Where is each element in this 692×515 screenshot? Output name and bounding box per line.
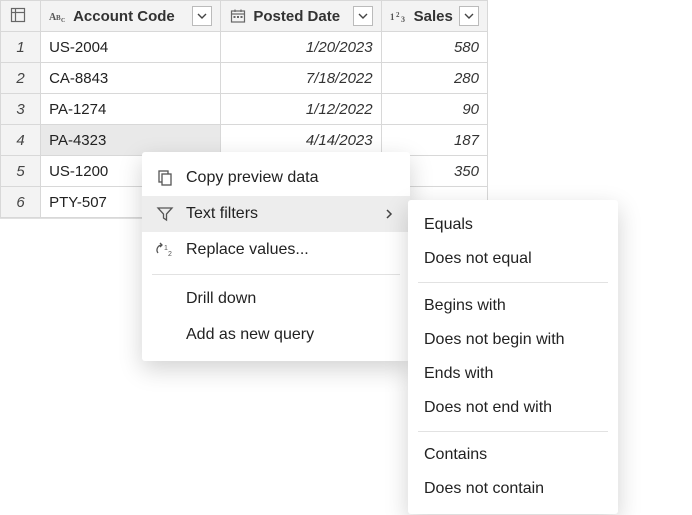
chevron-down-icon: [358, 11, 368, 21]
column-label: Posted Date: [253, 8, 346, 25]
table-row[interactable]: 1 US-2004 1/20/2023 580: [1, 32, 488, 63]
row-number: 3: [1, 94, 41, 125]
svg-text:3: 3: [401, 15, 405, 23]
date-type-icon: [229, 7, 247, 25]
number-type-icon: 123: [390, 7, 408, 25]
menu-label: Add as new query: [186, 326, 396, 344]
filter-does-not-contain[interactable]: Does not contain: [408, 472, 618, 506]
table-row[interactable]: 3 PA-1274 1/12/2022 90: [1, 94, 488, 125]
column-filter-button[interactable]: [192, 6, 212, 26]
column-header-account[interactable]: ABC Account Code: [41, 1, 221, 32]
menu-label: Contains: [424, 446, 602, 464]
column-header-sales[interactable]: 123 Sales: [381, 1, 487, 32]
menu-label: Text filters: [186, 205, 372, 223]
filter-contains[interactable]: Contains: [408, 438, 618, 472]
copy-icon: [154, 167, 176, 189]
row-number-header[interactable]: [1, 1, 41, 32]
filter-equals[interactable]: Equals: [408, 208, 618, 242]
column-filter-button[interactable]: [459, 6, 479, 26]
cell-sales[interactable]: 580: [381, 32, 487, 63]
menu-label: Does not equal: [424, 250, 602, 268]
text-type-icon: ABC: [49, 7, 67, 25]
filter-does-not-begin-with[interactable]: Does not begin with: [408, 323, 618, 357]
table-row[interactable]: 4 PA-4323 4/14/2023 187: [1, 125, 488, 156]
row-number: 4: [1, 125, 41, 156]
filter-ends-with[interactable]: Ends with: [408, 357, 618, 391]
menu-copy-preview-data[interactable]: Copy preview data: [142, 160, 410, 196]
chevron-down-icon: [464, 11, 474, 21]
row-number: 5: [1, 156, 41, 187]
cell-account[interactable]: PA-4323: [41, 125, 221, 156]
replace-icon: 12: [154, 239, 176, 261]
menu-label: Copy preview data: [186, 169, 396, 187]
table-icon: [9, 6, 27, 24]
column-label: Sales: [414, 8, 453, 25]
chevron-down-icon: [197, 11, 207, 21]
menu-separator: [418, 431, 608, 432]
cell-date[interactable]: 1/20/2023: [221, 32, 381, 63]
row-number: 2: [1, 63, 41, 94]
cell-date[interactable]: 7/18/2022: [221, 63, 381, 94]
filter-icon: [154, 203, 176, 225]
row-number: 6: [1, 187, 41, 218]
menu-label: Begins with: [424, 297, 602, 315]
svg-text:1: 1: [390, 12, 395, 22]
cell-account[interactable]: CA-8843: [41, 63, 221, 94]
cell-date[interactable]: 1/12/2022: [221, 94, 381, 125]
table-row[interactable]: 2 CA-8843 7/18/2022 280: [1, 63, 488, 94]
menu-label: Does not begin with: [424, 331, 602, 349]
menu-add-as-new-query[interactable]: Add as new query: [142, 317, 410, 353]
filter-does-not-end-with[interactable]: Does not end with: [408, 391, 618, 425]
menu-text-filters[interactable]: Text filters: [142, 196, 410, 232]
svg-text:2: 2: [396, 11, 400, 19]
cell-account[interactable]: US-2004: [41, 32, 221, 63]
svg-text:C: C: [61, 18, 65, 23]
filter-does-not-equal[interactable]: Does not equal: [408, 242, 618, 276]
menu-label: Drill down: [186, 290, 396, 308]
cell-account[interactable]: PA-1274: [41, 94, 221, 125]
menu-label: Equals: [424, 216, 602, 234]
cell-sales[interactable]: 280: [381, 63, 487, 94]
menu-separator: [152, 274, 400, 275]
svg-text:2: 2: [168, 251, 172, 258]
cell-date[interactable]: 4/14/2023: [221, 125, 381, 156]
context-menu: Copy preview data Text filters 12 Replac…: [142, 152, 410, 361]
cell-sales[interactable]: 187: [381, 125, 487, 156]
column-header-posted[interactable]: Posted Date: [221, 1, 381, 32]
blank-icon: [154, 324, 176, 346]
text-filters-submenu: Equals Does not equal Begins with Does n…: [408, 200, 618, 514]
menu-label: Does not contain: [424, 480, 602, 498]
chevron-right-icon: [382, 208, 396, 220]
row-number: 1: [1, 32, 41, 63]
menu-separator: [418, 282, 608, 283]
menu-label: Does not end with: [424, 399, 602, 417]
column-filter-button[interactable]: [353, 6, 373, 26]
menu-drill-down[interactable]: Drill down: [142, 281, 410, 317]
menu-replace-values[interactable]: 12 Replace values...: [142, 232, 410, 268]
blank-icon: [154, 288, 176, 310]
menu-label: Replace values...: [186, 241, 396, 259]
filter-begins-with[interactable]: Begins with: [408, 289, 618, 323]
menu-label: Ends with: [424, 365, 602, 383]
column-label: Account Code: [73, 8, 186, 25]
cell-sales[interactable]: 90: [381, 94, 487, 125]
